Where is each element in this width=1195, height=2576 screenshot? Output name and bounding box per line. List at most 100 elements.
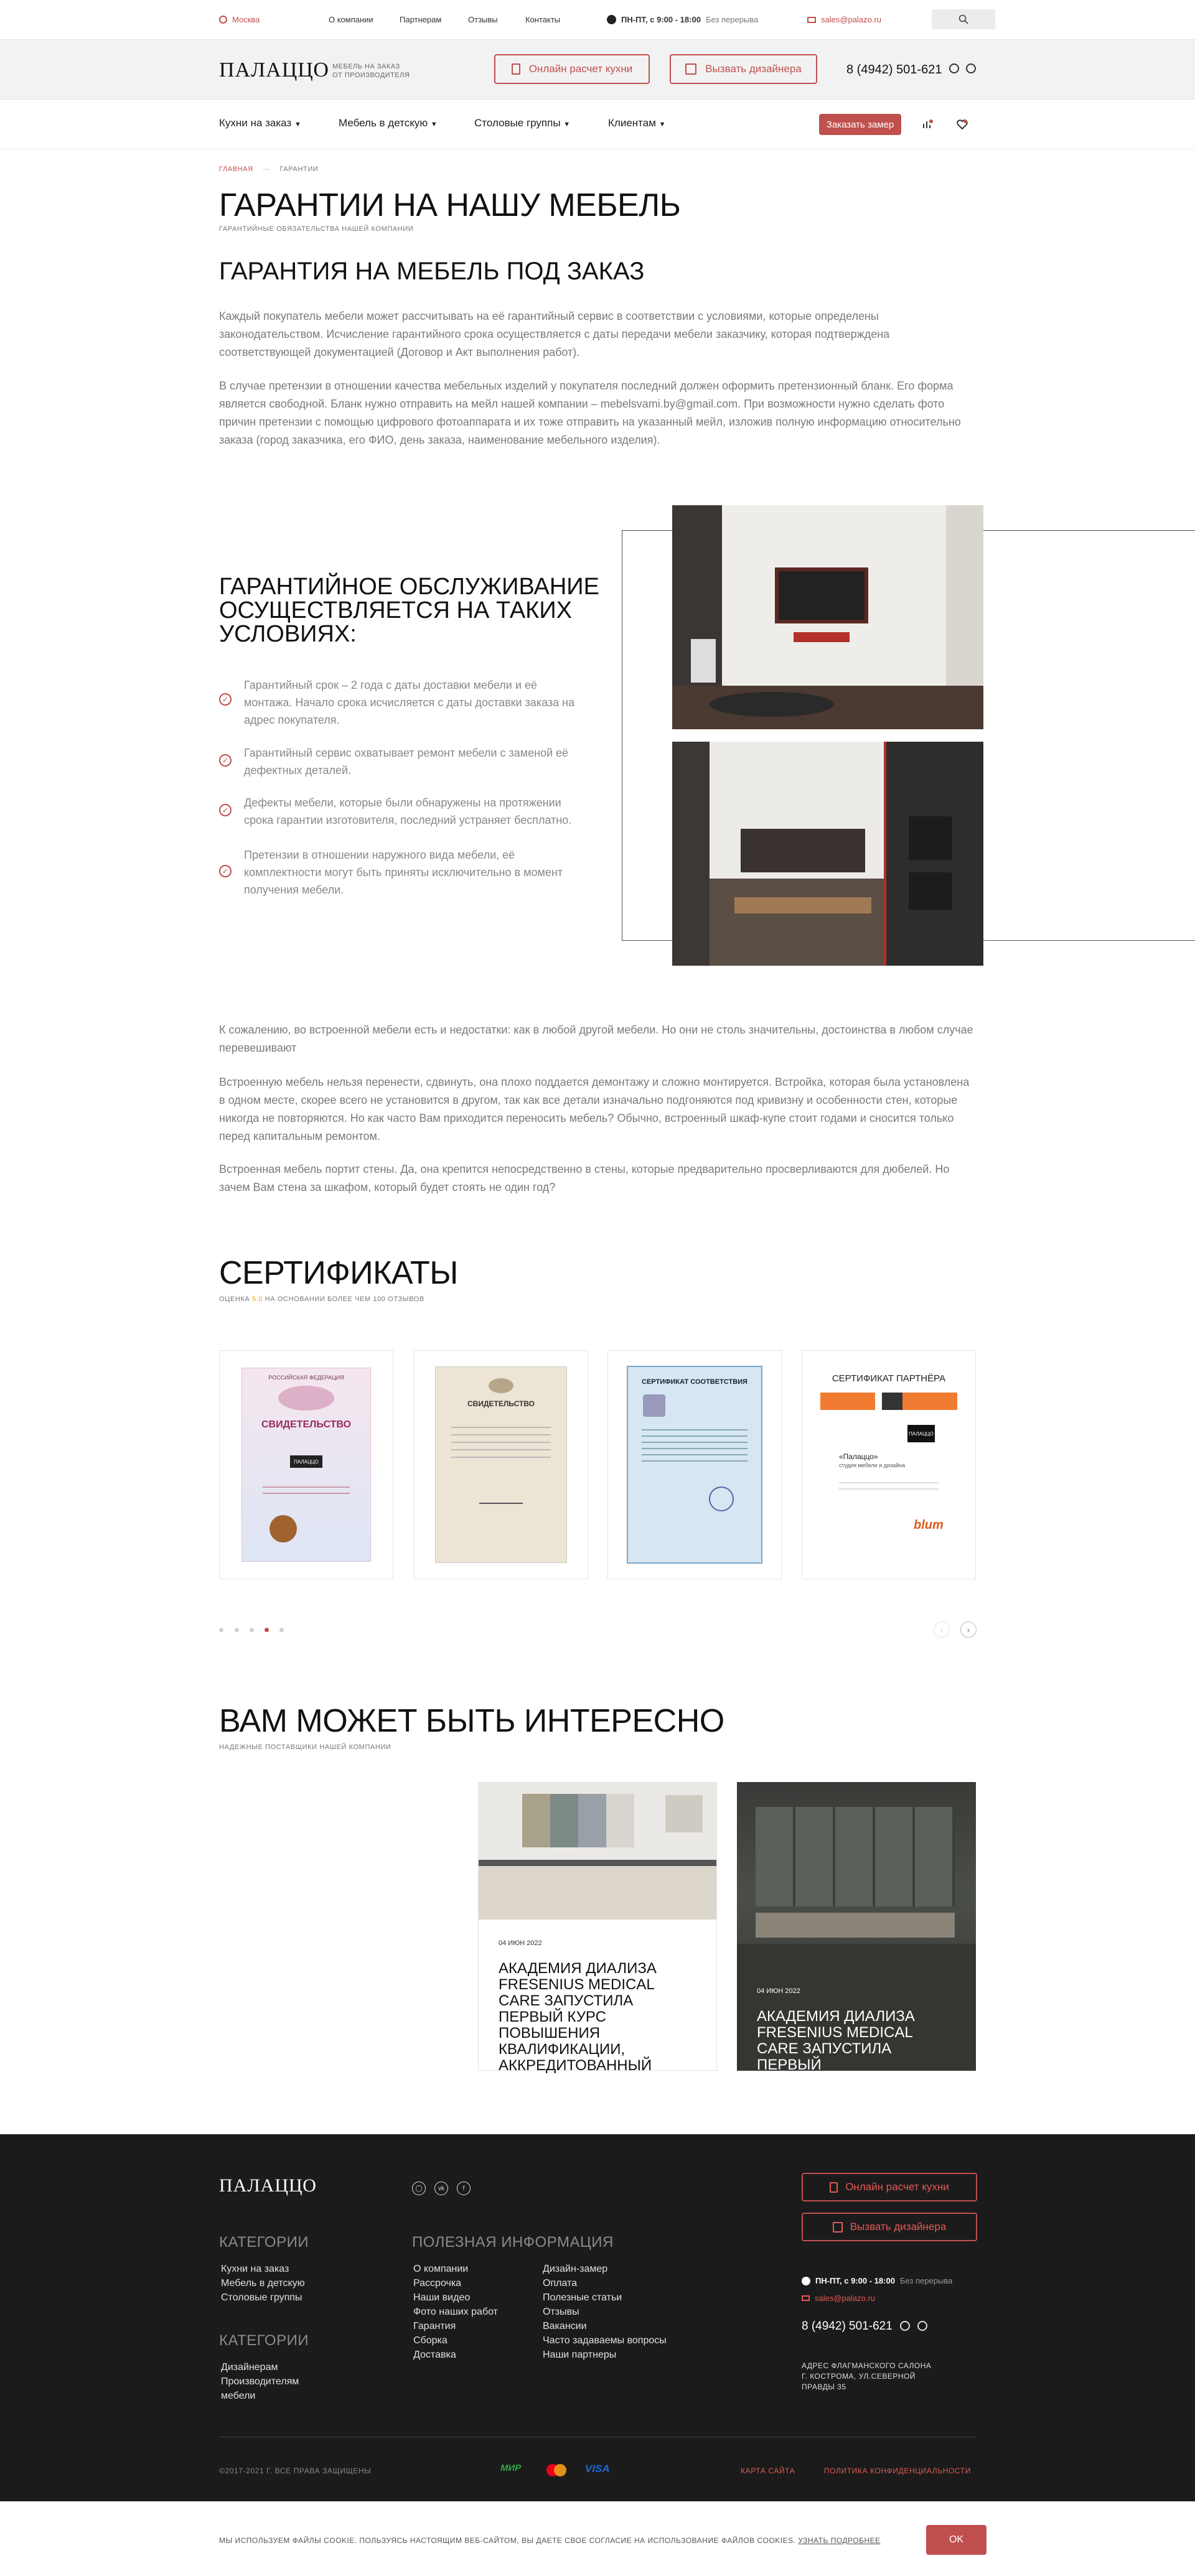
footer-online-calc-button[interactable]: Онлайн расчет кухни: [802, 2173, 977, 2201]
footer-link[interactable]: Производителям: [221, 2376, 299, 2387]
footer-link[interactable]: Полезные статьи: [543, 2292, 622, 2303]
order-measure-button[interactable]: Заказать замер: [819, 114, 901, 135]
mir-logo: МИР: [500, 2463, 522, 2473]
footer-link[interactable]: Фото наших работ: [413, 2307, 498, 2318]
cookie-ok-button[interactable]: OK: [926, 2525, 986, 2555]
viber-icon[interactable]: [966, 63, 976, 73]
footer-hours: ПН-ПТ, с 9:00 - 18:00 Без перерыва: [802, 2276, 952, 2285]
news-image: [479, 1783, 716, 1920]
header-tagline: МЕБЕЛЬ НА ЗАКАЗ ОТ ПРОИЗВОДИТЕЛЯ: [332, 63, 410, 79]
info-paragraph-2: Встроенную мебель нельзя перенести, сдви…: [219, 1076, 970, 1142]
footer-link[interactable]: Дизайнерам: [221, 2362, 278, 2373]
carousel-prev-button[interactable]: ‹: [934, 1622, 950, 1638]
footer-categories-title: КАТЕГОРИИ: [219, 2234, 309, 2251]
footer-email[interactable]: sales@palazo.ru: [802, 2294, 875, 2303]
footer-link[interactable]: Мебель в детскую: [221, 2278, 305, 2289]
footer-link[interactable]: Гарантия: [413, 2321, 456, 2332]
facebook-icon[interactable]: f: [457, 2182, 471, 2195]
header-phone[interactable]: 8 (4942) 501-621: [846, 63, 942, 77]
certificate-card[interactable]: СВИДЕТЕЛЬСТВО: [414, 1350, 588, 1579]
certificate-card[interactable]: РОССИЙСКАЯ ФЕДЕРАЦИЯ СВИДЕТЕЛЬСТВО ПАЛАЦ…: [219, 1350, 393, 1579]
top-nav-about[interactable]: О компании: [329, 15, 373, 24]
search-icon: [958, 14, 968, 24]
carousel-dot[interactable]: [279, 1628, 284, 1632]
whatsapp-icon[interactable]: [949, 63, 959, 73]
whatsapp-icon[interactable]: [900, 2321, 910, 2331]
sitemap-link[interactable]: КАРТА САЙТА: [741, 2466, 795, 2475]
viber-icon[interactable]: [917, 2321, 927, 2331]
chevron-down-icon: ▼: [294, 121, 301, 128]
condition-item: Гарантийный срок – 2 года с даты доставк…: [244, 679, 575, 726]
top-nav-reviews[interactable]: Отзывы: [468, 15, 498, 24]
footer-link[interactable]: мебели: [221, 2391, 255, 2402]
condition-item: Гарантийный сервис охватывает ремонт меб…: [244, 747, 569, 777]
carousel-dot-active[interactable]: [265, 1628, 269, 1632]
mail-icon: [802, 2295, 810, 2301]
interior-photo-living: [672, 505, 983, 729]
carousel-dot[interactable]: [219, 1628, 223, 1632]
footer-call-designer-button[interactable]: Вызвать дизайнера: [802, 2213, 977, 2241]
nav-kids-furniture[interactable]: Мебель в детскую ▼: [339, 117, 438, 129]
footer-link[interactable]: О компании: [413, 2264, 468, 2275]
footer-link[interactable]: Наши видео: [413, 2292, 470, 2303]
cookie-more-link[interactable]: УЗНАТЬ ПОДРОБНЕЕ: [798, 2536, 880, 2545]
nav-clients[interactable]: Клиентам ▼: [608, 117, 666, 129]
main-header: ПАЛАЦЦО МЕБЕЛЬ НА ЗАКАЗ ОТ ПРОИЗВОДИТЕЛЯ…: [0, 40, 1195, 100]
checkmark-icon: ✓: [219, 804, 232, 816]
email-link: sales@palazo.ru: [821, 15, 882, 24]
chevron-down-icon: ▼: [658, 121, 666, 128]
favorites-heart-icon[interactable]: [956, 118, 968, 131]
nav-dining-groups[interactable]: Столовые группы ▼: [474, 117, 570, 129]
footer-link[interactable]: Наши партнеры: [543, 2350, 616, 2361]
hours-text: ПН-ПТ, с 9:00 - 18:00: [621, 15, 701, 24]
footer-phone[interactable]: 8 (4942) 501-621: [802, 2320, 893, 2333]
privacy-link[interactable]: ПОЛИТИКА КОНФИДЕНЦИАЛЬНОСТИ: [824, 2466, 971, 2475]
footer-link[interactable]: Отзывы: [543, 2307, 579, 2318]
top-email[interactable]: sales@palazo.ru: [807, 15, 881, 24]
designer-icon: [832, 2221, 843, 2233]
footer-link[interactable]: Часто задаваемы вопросы: [543, 2335, 667, 2346]
carousel-dot[interactable]: [235, 1628, 239, 1632]
call-designer-button[interactable]: Вызвать дизайнера: [670, 54, 817, 84]
search-button[interactable]: [932, 9, 995, 29]
certificate-card[interactable]: СЕРТИФИКАТ СООТВЕТСТВИЯ: [607, 1350, 782, 1579]
carousel-dot[interactable]: [250, 1628, 254, 1632]
hours-note: Без перерыва: [705, 15, 759, 24]
top-nav-partners[interactable]: Партнерам: [400, 15, 441, 24]
news-card[interactable]: 04 ИЮН 2022 АКАДЕМИЯ ДИАЛИЗА FRESENIUS M…: [478, 1782, 717, 2074]
cookie-banner: МЫ ИСПОЛЬЗУЕМ ФАЙЛЫ COOKIE. ПОЛЬЗУЯСЬ НА…: [0, 2501, 1195, 2576]
breadcrumb: ГЛАВНАЯ — ГАРАНТИИ: [219, 166, 319, 173]
warranty-paragraph-1: Каждый покупатель мебели может рассчитыв…: [219, 310, 890, 358]
work-hours: ПН-ПТ, с 9:00 - 18:00 Без перерыва: [607, 15, 758, 24]
news-date: 04 ИЮН 2022: [499, 1939, 542, 1947]
top-nav-contacts[interactable]: Контакты: [525, 15, 560, 24]
footer-link[interactable]: Оплата: [543, 2278, 577, 2289]
chevron-down-icon: ▼: [430, 121, 438, 128]
checkmark-icon: ✓: [219, 865, 232, 877]
footer-link[interactable]: Дизайн-замер: [543, 2264, 607, 2275]
nav-kitchens[interactable]: Кухни на заказ ▼: [219, 117, 301, 129]
conditions-title: ГАРАНТИЙНОЕ ОБСЛУЖИВАНИЕ ОСУЩЕСТВЛЯЕТСЯ …: [219, 574, 599, 647]
city-selector[interactable]: Москва: [219, 15, 260, 24]
footer-link[interactable]: Столовые группы: [221, 2292, 302, 2303]
footer-link[interactable]: Сборка: [413, 2335, 448, 2346]
certificates-title: СЕРТИФИКАТЫ: [219, 1255, 458, 1291]
info-paragraph-1: К сожалению, во встроенной мебели есть и…: [219, 1024, 973, 1054]
footer-logo[interactable]: ПАЛАЦЦО: [219, 2175, 317, 2196]
compare-icon[interactable]: [922, 118, 934, 131]
chevron-right-icon: ›: [967, 1625, 970, 1635]
site-logo[interactable]: ПАЛАЦЦО: [219, 58, 329, 82]
footer-link[interactable]: Вакансии: [543, 2321, 587, 2332]
instagram-icon[interactable]: ◯: [412, 2182, 426, 2195]
mastercard-logo: [546, 2463, 571, 2476]
footer-link[interactable]: Рассрочка: [413, 2278, 461, 2289]
vk-icon[interactable]: vk: [434, 2182, 448, 2195]
footer-link[interactable]: Кухни на заказ: [221, 2264, 289, 2275]
news-date: 04 ИЮН 2022: [757, 1987, 800, 1995]
footer-link[interactable]: Доставка: [413, 2350, 456, 2361]
certificate-card[interactable]: СЕРТИФИКАТ ПАРТНЁРА ПАЛАЦЦО «Палаццо» ст…: [802, 1350, 976, 1579]
news-card[interactable]: 04 ИЮН 2022 АКАДЕМИЯ ДИАЛИЗА FRESENIUS M…: [737, 1782, 976, 2071]
carousel-next-button[interactable]: ›: [960, 1622, 977, 1638]
online-calc-button[interactable]: Онлайн расчет кухни: [494, 54, 650, 84]
breadcrumb-home[interactable]: ГЛАВНАЯ: [219, 166, 253, 173]
